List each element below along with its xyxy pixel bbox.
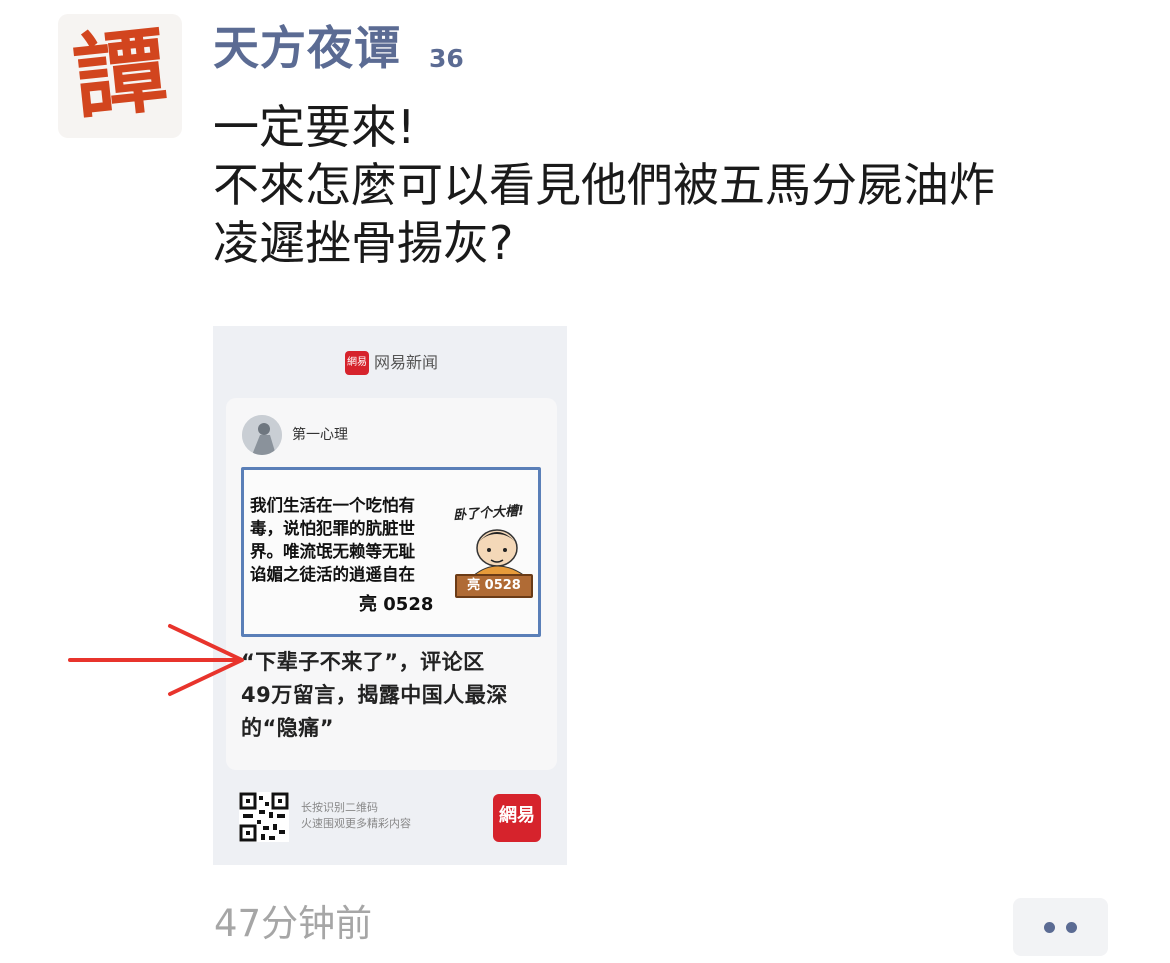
figure-sign: 亮 0528 [455,574,533,598]
shared-image[interactable]: 網易 网易新闻 第一心理 我们生活在一个吃怕有 毒，说怕犯罪的肮脏世 界。唯流氓… [213,326,567,865]
more-dot-icon [1066,922,1077,933]
headline-line: “下辈子不来了”，评论区 [241,650,485,674]
source-bar: 網易 网易新闻 [213,348,567,378]
card-author: 第一心理 [292,427,348,443]
news-card: 第一心理 我们生活在一个吃怕有 毒，说怕犯罪的肮脏世 界。唯流氓无赖等无耻 谄媚… [226,398,557,770]
post-text-line: 凌遲挫骨揚灰? [213,216,514,270]
quote-line: 毒，说怕犯罪的肮脏世 [250,519,415,538]
footer-hint-line: 长按识别二维码 [301,801,378,814]
quote-line: 谄媚之徒活的逍遥自在 [250,565,415,584]
quote-line: 我们生活在一个吃怕有 [250,496,415,515]
quote-text: 我们生活在一个吃怕有 毒，说怕犯罪的肮脏世 界。唯流氓无赖等无耻 谄媚之徒活的逍… [250,494,455,586]
timestamp: 47分钟前 [214,902,373,945]
netease-footer-logo-icon: 網易 [493,794,541,842]
more-dot-icon [1044,922,1055,933]
netease-logo-icon: 網易 [345,351,369,375]
headline: “下辈子不来了”，评论区 49万留言，揭露中国人最深 的“隐痛” [241,646,541,745]
author-avatar-icon [242,415,282,455]
post-text-line: 不來怎麼可以看見他們被五馬分屍油炸 [213,158,995,212]
qr-code-icon [239,792,289,842]
post-text-line: 一定要來! [213,100,416,154]
cartoon-figure: 卧了个大槽! 亮 0528 [449,502,539,614]
headline-line: 49万留言，揭露中国人最深 [241,683,508,707]
username[interactable]: 天方夜谭 [213,18,401,78]
post-text: 一定要來! 不來怎麼可以看見他們被五馬分屍油炸 凌遲挫骨揚灰? [213,98,1133,272]
red-arrow-icon [68,624,244,696]
more-button[interactable] [1013,898,1108,956]
avatar-glyph: 譚 [68,15,171,132]
username-badge: 36 [429,44,464,73]
footer-hint-line: 火速围观更多精彩内容 [301,817,411,830]
quote-code: 亮 0528 [359,594,434,615]
calligraphy-avatar-icon: 譚 [68,15,171,132]
footer-hint: 长按识别二维码 火速围观更多精彩内容 [301,800,411,832]
avatar[interactable]: 譚 [58,14,182,138]
card-image: 我们生活在一个吃怕有 毒，说怕犯罪的肮脏世 界。唯流氓无赖等无耻 谄媚之徒活的逍… [241,467,541,637]
qr-code-graphic [239,792,289,842]
source-name: 网易新闻 [374,353,439,372]
headline-line: 的“隐痛” [241,716,335,740]
quote-line: 界。唯流氓无赖等无耻 [250,542,415,561]
author-avatar [242,415,282,455]
